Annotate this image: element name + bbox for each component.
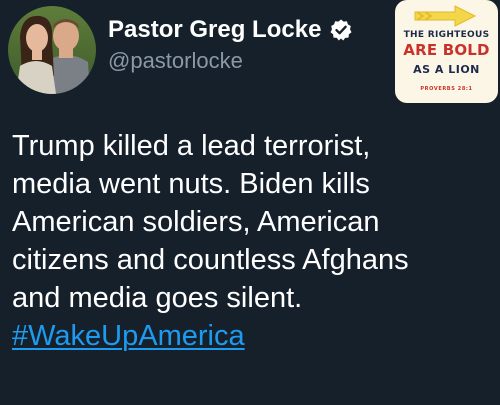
- display-name[interactable]: Pastor Greg Locke: [108, 16, 321, 44]
- tweet-text-line: Trump killed a lead terrorist,: [12, 130, 371, 162]
- tweet-text-line: American soldiers, American: [12, 206, 380, 238]
- user-handle[interactable]: @pastorlocke: [108, 48, 243, 74]
- hashtag-link[interactable]: #WakeUpAmerica: [12, 320, 245, 352]
- tweet-card: Pastor Greg Locke @pastorlocke THE RIGHT…: [0, 0, 500, 405]
- tweet-text-line: media went nuts. Biden kills: [12, 168, 370, 200]
- tweet-text-line: and media goes silent.: [12, 282, 303, 314]
- verified-badge-icon: [329, 18, 353, 42]
- display-name-row: Pastor Greg Locke: [108, 16, 353, 44]
- arrow-icon: [414, 5, 477, 27]
- badge-text-line4: PROVERBS 28:1: [420, 86, 473, 92]
- tweet-text: Trump killed a lead terrorist, media wen…: [12, 127, 492, 355]
- badge-text-line2: ARE BOLD: [403, 41, 490, 59]
- profile-photo-icon: [8, 6, 96, 94]
- badge-text-line3: AS A LION: [413, 63, 480, 76]
- tweet-text-line: citizens and countless Afghans: [12, 244, 409, 276]
- badge-text-line1: THE RIGHTEOUS: [403, 30, 490, 40]
- sticker-badge: THE RIGHTEOUS ARE BOLD AS A LION PROVERB…: [395, 0, 498, 103]
- avatar[interactable]: [8, 6, 96, 94]
